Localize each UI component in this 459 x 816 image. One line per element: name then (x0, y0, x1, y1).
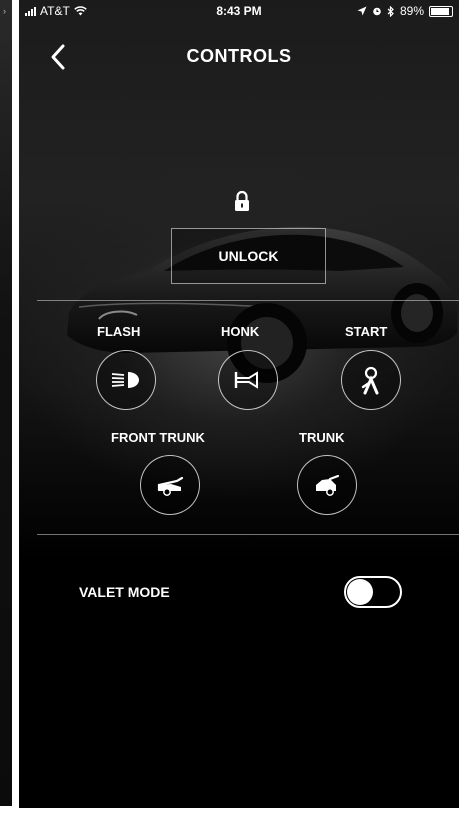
status-bar: AT&T 8:43 PM 89% (19, 0, 459, 22)
divider-top (37, 300, 459, 301)
horn-icon (234, 371, 258, 389)
toggle-knob (347, 579, 373, 605)
left-edge-strip: › (0, 0, 12, 806)
trunk-label: TRUNK (299, 430, 345, 445)
edge-glyph-icon: › (3, 6, 6, 16)
trunk-button[interactable] (297, 455, 357, 515)
honk-button[interactable] (218, 350, 278, 410)
padlock-icon (235, 190, 249, 211)
honk-label: HONK (221, 324, 260, 339)
battery-percent: 89% (399, 4, 424, 18)
page-title: CONTROLS (186, 46, 292, 66)
status-right-group: 89% (357, 4, 453, 18)
start-button[interactable] (341, 350, 401, 410)
flash-label: FLASH (97, 324, 141, 339)
headlight-icon (111, 372, 139, 388)
front-trunk-label: FRONT TRUNK (111, 430, 205, 445)
valet-mode-toggle[interactable] (344, 576, 402, 608)
bluetooth-icon (387, 5, 394, 17)
unlock-button[interactable]: UNLOCK (171, 228, 326, 284)
front-trunk-icon (157, 476, 184, 496)
location-icon (357, 6, 367, 16)
divider-bottom (37, 534, 459, 535)
start-label: START (345, 324, 388, 339)
alarm-icon (373, 7, 381, 16)
battery-icon (429, 5, 453, 17)
rear-trunk-icon (316, 474, 340, 496)
flash-button[interactable] (96, 350, 156, 410)
key-fob-icon (361, 366, 379, 395)
phone-screen: AT&T 8:43 PM 89% CONTROLS UNLOCK FLASH H… (19, 0, 459, 808)
valet-mode-label: VALET MODE (79, 584, 170, 600)
front-trunk-button[interactable] (140, 455, 200, 515)
